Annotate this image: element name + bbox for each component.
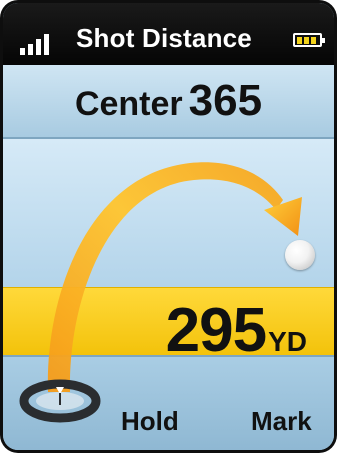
- hold-softkey[interactable]: Hold: [121, 406, 179, 437]
- golf-ball-icon: [285, 240, 315, 270]
- mark-softkey[interactable]: Mark: [251, 406, 312, 437]
- device-frame: Shot Distance Center 365 295YD Hold Mark: [0, 0, 337, 453]
- shot-distance-readout: 295YD: [166, 295, 307, 366]
- shot-distance-value: 295: [165, 296, 267, 365]
- shot-distance-unit: YD: [268, 326, 307, 357]
- shot-trajectory-graphic: [19, 162, 302, 423]
